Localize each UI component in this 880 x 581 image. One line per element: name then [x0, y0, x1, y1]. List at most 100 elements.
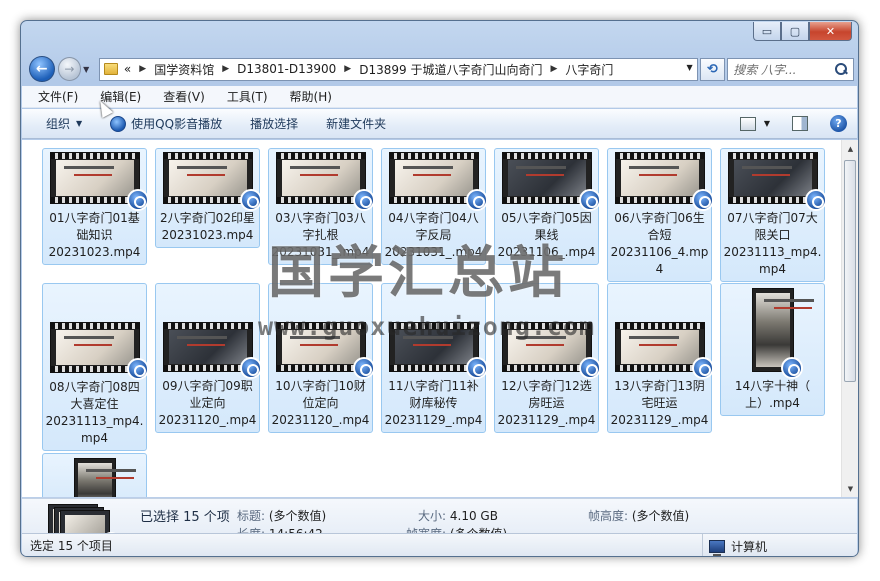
vertical-scrollbar[interactable]: ▲ ▼: [841, 140, 858, 497]
change-view-icon[interactable]: [739, 116, 756, 131]
back-button[interactable]: ←: [29, 56, 55, 82]
file-item[interactable]: 08八字奇门08四 大喜定住 20231113_mp4. mp4: [42, 283, 149, 451]
detail-frame-height: 帧高度: (多个数值): [588, 509, 690, 523]
video-thumbnail: [49, 322, 149, 380]
chevron-down-icon: ▼: [83, 64, 90, 74]
qq-player-icon: [126, 358, 149, 380]
video-thumbnail: [614, 322, 714, 379]
new-folder-button[interactable]: 新建文件夹: [326, 115, 386, 132]
file-item[interactable]: 13八字奇门13阴 宅旺运 20231129_.mp4: [607, 283, 714, 433]
command-bar: 组织 ▼ 使用QQ影音播放 播放选择 新建文件夹 ▼ ?: [22, 109, 857, 139]
file-name: 01八字奇门01基 础知识 20231023.mp4: [48, 211, 141, 259]
file-item[interactable]: 2八字奇门02印星 20231023.mp4: [155, 148, 262, 248]
toolbar-right: ▼ ?: [739, 115, 847, 132]
file-item[interactable]: 06八字奇门06生 合短 20231106_4.mp 4: [607, 148, 714, 282]
status-computer-label: 计算机: [731, 539, 768, 554]
video-thumbnail: [162, 322, 262, 379]
breadcrumb-item[interactable]: 八字奇门: [565, 61, 613, 78]
video-thumbnail: [727, 152, 827, 211]
organize-label: 组织: [46, 117, 71, 131]
qq-player-icon: [110, 115, 127, 132]
chevron-right-icon[interactable]: ▶: [222, 64, 229, 74]
address-dropdown[interactable]: ▼: [686, 63, 692, 72]
video-thumbnail: [501, 152, 601, 211]
qq-player-icon: [465, 189, 488, 211]
scroll-up-button[interactable]: ▲: [842, 140, 858, 157]
address-bar[interactable]: « ▶ 国学资料馆 ▶ D13801-D13900 ▶ D13899 于城道八字…: [98, 57, 698, 81]
file-name: 11八字奇门11补 财库秘传 20231129_.mp4: [384, 379, 483, 427]
qq-player-icon: [804, 189, 827, 211]
arrow-left-icon: ←: [35, 61, 48, 77]
file-name: 14八字十神（ 上）.mp4: [734, 379, 811, 410]
watermark-title: 国学汇总站: [268, 241, 568, 306]
video-thumbnail: [162, 152, 262, 211]
qq-player-icon: [239, 357, 262, 379]
status-selected-items: 选定 15 个项目: [30, 539, 113, 553]
video-thumbnail: [49, 152, 149, 211]
file-item[interactable]: [42, 453, 147, 497]
menu-tools[interactable]: 工具(T): [227, 88, 268, 105]
chevron-right-icon[interactable]: ▶: [550, 64, 557, 74]
status-location: 计算机: [702, 534, 768, 556]
video-thumbnail: [614, 152, 714, 211]
chevron-down-icon: ▼: [76, 119, 83, 128]
forward-button[interactable]: →: [57, 57, 82, 81]
chevron-right-icon[interactable]: ▶: [139, 64, 146, 74]
close-button[interactable]: ✕: [809, 22, 852, 41]
breadcrumb-item[interactable]: 国学资料馆: [154, 61, 214, 78]
maximize-button[interactable]: ▢: [781, 22, 809, 41]
minimize-button[interactable]: ▭: [753, 22, 781, 41]
menu-help[interactable]: 帮助(H): [290, 88, 332, 105]
qq-player-icon: [578, 357, 601, 379]
file-name: 12八字奇门12选 房旺运 20231129_.mp4: [497, 379, 596, 427]
recent-pages-dropdown[interactable]: ▼: [83, 65, 95, 74]
computer-icon: [709, 539, 725, 556]
refresh-button[interactable]: ⟲: [699, 57, 726, 81]
arrow-right-icon: →: [64, 62, 75, 76]
search-icon[interactable]: [834, 62, 848, 76]
search-placeholder: 搜索 八字...: [733, 62, 797, 77]
help-icon[interactable]: ?: [830, 115, 847, 132]
qq-player-icon: [691, 357, 714, 379]
search-input[interactable]: 搜索 八字...: [727, 57, 854, 81]
view-options-dropdown[interactable]: ▼: [764, 119, 770, 128]
qq-player-icon: [465, 357, 488, 379]
qq-player-icon: [126, 189, 149, 211]
video-thumbnail: [73, 458, 136, 497]
detail-title: 标题: (多个数值): [237, 509, 327, 523]
file-item[interactable]: 07八字奇门07大 限关口 20231113_mp4. mp4: [720, 148, 827, 282]
scroll-thumb[interactable]: [844, 160, 856, 382]
qq-player-icon: [578, 189, 601, 211]
play-selection-button[interactable]: 播放选择: [250, 115, 298, 132]
qq-player-icon: [691, 189, 714, 211]
file-name: 06八字奇门06生 合短 20231106_4.mp 4: [610, 211, 709, 276]
file-item[interactable]: 01八字奇门01基 础知识 20231023.mp4: [42, 148, 149, 265]
menu-bar: 文件(F) 编辑(E) 查看(V) 工具(T) 帮助(H): [22, 86, 857, 108]
qq-player-icon: [239, 189, 262, 211]
qq-player-icon: [780, 357, 803, 379]
organize-button[interactable]: 组织 ▼: [46, 115, 82, 132]
file-name: 07八字奇门07大 限关口 20231113_mp4. mp4: [723, 211, 822, 276]
navigation-bar: ← → ▼ « ▶ 国学资料馆 ▶ D13801-D13900 ▶ D13899…: [29, 54, 854, 84]
selection-count: 已选择 15 个项: [140, 510, 230, 525]
scroll-down-button[interactable]: ▼: [842, 480, 858, 497]
folder-icon: [103, 63, 118, 75]
video-thumbnail: [751, 288, 814, 379]
play-with-qq-button[interactable]: 使用QQ影音播放: [110, 115, 222, 132]
status-bar: 选定 15 个项目 计算机: [22, 533, 857, 556]
chevron-right-icon[interactable]: ▶: [344, 64, 351, 74]
breadcrumb-item[interactable]: D13899 于城道八字奇门山向奇门: [359, 61, 542, 78]
breadcrumb-item[interactable]: D13801-D13900: [237, 62, 336, 76]
file-name: 10八字奇门10财 位定向 20231120_.mp4: [271, 379, 370, 427]
preview-pane-icon[interactable]: [792, 116, 808, 131]
refresh-icon: ⟲: [706, 61, 718, 77]
menu-view[interactable]: 查看(V): [163, 88, 205, 105]
address-overflow[interactable]: «: [124, 62, 131, 76]
file-item[interactable]: 14八字十神（ 上）.mp4: [720, 283, 825, 416]
video-thumbnail: [388, 152, 488, 211]
file-name: 09八字奇门09职 业定向 20231120_.mp4: [158, 379, 257, 427]
file-item[interactable]: 09八字奇门09职 业定向 20231120_.mp4: [155, 283, 262, 433]
watermark-url: www.guoxuehuizong.com: [258, 312, 596, 341]
qq-player-icon: [352, 357, 375, 379]
menu-file[interactable]: 文件(F): [38, 88, 78, 105]
